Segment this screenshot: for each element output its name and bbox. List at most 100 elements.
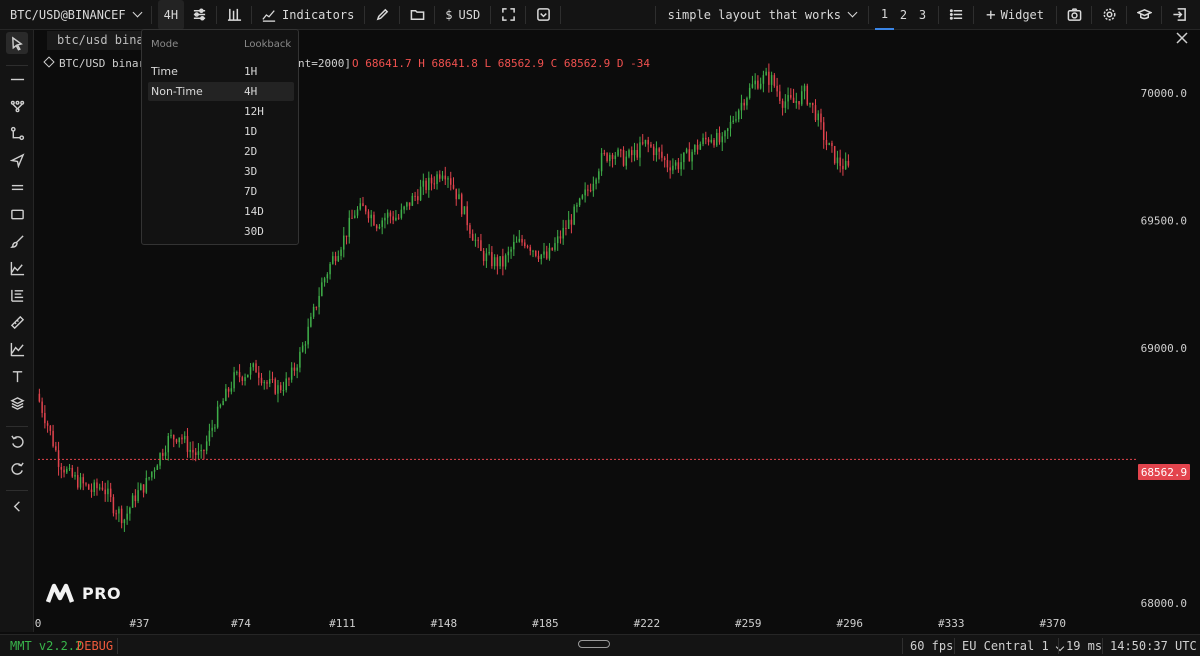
candle-body (592, 183, 595, 191)
time-axis[interactable]: 0 #37 #74 #111 #148 #185 #222 #259 #296 #333 #370 (35, 617, 1066, 630)
candle-body (82, 477, 85, 484)
candle-body (348, 217, 351, 237)
candle-body (828, 142, 830, 145)
candle-body (847, 160, 850, 166)
candle-body (422, 180, 425, 187)
candle-body (197, 451, 200, 455)
candle-body (773, 75, 776, 86)
status-bar: MMT v2.2.2 DEBUG 60 fps EU Central 1 19 … (0, 634, 1200, 656)
candle-body (455, 188, 457, 200)
candle-body (57, 450, 60, 467)
candle-body (263, 382, 266, 384)
lookback-option[interactable]: 4H (244, 85, 257, 98)
candle-body (751, 84, 754, 88)
time-tick-label: #148 (431, 617, 458, 630)
candle-body (496, 257, 499, 267)
lookback-option[interactable]: 2D (244, 145, 257, 158)
candle-body (277, 385, 279, 394)
candle-body (825, 139, 828, 145)
candle-body (411, 195, 414, 206)
candle-body (493, 257, 496, 267)
candle-body (400, 209, 403, 218)
candle-body (518, 238, 521, 242)
panel-resize-handle[interactable] (578, 640, 610, 648)
last-price-badge: 68562.9 (1138, 464, 1190, 480)
legend-symbol: BTC/USD binar (59, 57, 146, 70)
candle-body (806, 85, 809, 105)
candle-body (131, 495, 134, 508)
candle-body (162, 453, 164, 456)
candle-body (290, 367, 293, 380)
lookback-option[interactable]: 3D (244, 165, 257, 178)
candle-body (759, 83, 762, 89)
candle-body (639, 142, 641, 158)
candle-body (548, 247, 551, 259)
candle-body (485, 253, 488, 262)
lookback-option[interactable]: 12H (244, 105, 264, 118)
lookback-option[interactable]: 7D (244, 185, 257, 198)
candle-body (118, 508, 120, 514)
mode-option-time[interactable]: Time (151, 65, 178, 78)
lookback-option[interactable]: 30D (244, 225, 264, 238)
time-tick-label: #74 (231, 617, 251, 630)
candle-body (104, 489, 106, 495)
mode-option-non-time[interactable]: Non-Time (151, 85, 203, 98)
candle-body (735, 119, 737, 121)
candle-body (87, 484, 90, 490)
candle-body (307, 326, 309, 345)
series-legend[interactable]: BTC/USD binar (43, 56, 146, 71)
candle-body (205, 441, 208, 451)
lookback-option[interactable]: 1D (244, 125, 257, 138)
candle-body (52, 430, 54, 447)
candle-body (258, 372, 260, 378)
divider (954, 638, 955, 654)
candle-body (779, 91, 781, 101)
candle-body (326, 274, 329, 279)
candle-body (576, 205, 578, 207)
candle-body (674, 162, 677, 166)
candle-body (630, 150, 633, 156)
candle-body (170, 435, 172, 437)
lookback-option[interactable]: 14D (244, 205, 264, 218)
candle-body (466, 206, 468, 226)
candle-body (46, 423, 49, 426)
region-selector[interactable]: EU Central 1 (962, 639, 1064, 653)
lookback-option[interactable]: 1H (244, 65, 257, 78)
candle-body (781, 100, 784, 108)
candle-body (748, 87, 751, 98)
candle-body (167, 436, 170, 453)
time-tick-label: #185 (532, 617, 559, 630)
candle-body (115, 513, 117, 515)
candle-body (93, 482, 95, 493)
candle-body (436, 174, 438, 184)
candle-body (460, 194, 463, 215)
candle-body (247, 374, 249, 378)
candle-body (428, 177, 430, 191)
candle-body (134, 495, 137, 502)
price-axis[interactable]: 70000.069500.069000.068500.068000.0 (1141, 87, 1187, 610)
candle-body (696, 144, 699, 150)
candle-body (90, 489, 93, 493)
candle-body (573, 206, 575, 225)
candle-body (801, 91, 803, 105)
candle-body (85, 483, 87, 485)
candle-body (329, 263, 331, 275)
candle-body (502, 256, 504, 267)
divider (902, 638, 903, 654)
candle-body (614, 155, 617, 160)
lookback-header: Lookback (244, 39, 292, 50)
time-tick-label: 0 (35, 617, 42, 630)
candle-body (395, 217, 397, 221)
candle-body (688, 149, 691, 162)
candle-body (38, 393, 41, 402)
close-icon[interactable] (1176, 32, 1188, 44)
candle-body (142, 484, 145, 493)
candle-body (337, 255, 340, 262)
candle-body (441, 175, 444, 179)
candle-body (482, 250, 485, 262)
candle-body (156, 465, 159, 470)
candle-body (770, 75, 773, 85)
candle-body (255, 363, 257, 373)
time-tick-label: #222 (634, 617, 661, 630)
candle-body (471, 233, 474, 241)
